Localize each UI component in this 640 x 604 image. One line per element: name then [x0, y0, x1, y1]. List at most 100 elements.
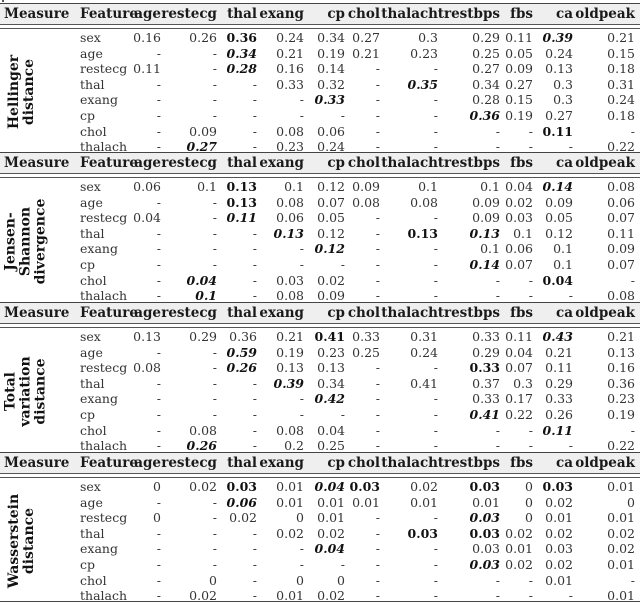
- value-cell: 0: [525, 510, 533, 526]
- value-cell: 0.11: [226, 210, 257, 226]
- value-cell: 0.18: [607, 61, 635, 77]
- value-cell: 0.07: [607, 210, 635, 226]
- value-cell: -: [299, 541, 304, 557]
- value-cell: -: [252, 225, 257, 241]
- value-cell: 0.26: [186, 438, 217, 454]
- value-cell: -: [156, 288, 161, 304]
- value-cell: -: [156, 123, 161, 139]
- value-cell: 0.36: [226, 30, 257, 45]
- header-age: age: [134, 305, 161, 321]
- value-cell: 0.3: [553, 92, 573, 108]
- header-measure: Measure: [4, 305, 70, 321]
- header-thal: thal: [227, 155, 257, 171]
- header-chol: chol: [347, 305, 380, 321]
- value-cell: 0.23: [607, 391, 635, 407]
- table-row: restecg 0.04-0.11 0.06 0.05- -0.09 0.03 0.05 0.…: [0, 210, 640, 226]
- value-cell: -: [252, 92, 257, 108]
- value-cell: -: [299, 241, 304, 257]
- value-cell: -: [156, 225, 161, 241]
- value-cell: 0.39: [542, 30, 573, 45]
- header-feature: Feature: [80, 455, 138, 471]
- header-fbs: fbs: [510, 305, 533, 321]
- header-exang: exang: [259, 305, 304, 321]
- value-cell: 0.01: [352, 494, 380, 510]
- value-cell: -: [252, 288, 257, 304]
- header-age: age: [134, 455, 161, 471]
- value-cell: 0.08: [133, 360, 161, 376]
- value-cell: 0.29: [189, 329, 217, 344]
- value-cell: 0.23: [317, 344, 345, 360]
- value-cell: 0.16: [607, 360, 635, 376]
- feature-name: restecg: [80, 360, 128, 376]
- value-cell: 0.05: [317, 210, 345, 226]
- value-cell: -: [299, 407, 304, 422]
- value-cell: 0.01: [410, 494, 438, 510]
- value-cell: -: [495, 422, 500, 438]
- value-cell: -: [212, 525, 217, 541]
- feature-name: chol: [80, 422, 107, 438]
- value-cell: -: [568, 438, 573, 454]
- header-exang: exang: [259, 455, 304, 471]
- value-cell: 0.16: [276, 61, 304, 77]
- value-cell: 0.03: [407, 525, 438, 541]
- value-cell: -: [433, 108, 438, 123]
- value-cell: -: [212, 407, 217, 422]
- value-cell: 0.22: [607, 438, 635, 454]
- value-cell: -: [299, 108, 304, 123]
- value-cell: 0.09: [472, 210, 500, 226]
- value-cell: -: [433, 557, 438, 572]
- header-ca: ca: [556, 155, 573, 171]
- value-cell: 0.1: [197, 179, 217, 194]
- value-cell: -: [375, 525, 380, 541]
- table-row: chol -0-0 0- - - -0.01-: [0, 573, 640, 589]
- value-cell: 0: [153, 510, 161, 526]
- value-cell: 0.01: [545, 510, 573, 526]
- feature-name: age: [80, 194, 103, 210]
- value-cell: -: [375, 557, 380, 572]
- value-cell: 0.19: [505, 108, 533, 123]
- value-cell: 0.26: [189, 30, 217, 45]
- value-cell: 0.11: [505, 30, 533, 45]
- value-cell: -: [252, 241, 257, 257]
- value-cell: 0.13: [226, 194, 257, 210]
- value-cell: 0.04: [505, 179, 533, 194]
- value-cell: 0.02: [545, 557, 573, 572]
- value-cell: -: [375, 391, 380, 407]
- value-cell: 0.02: [189, 479, 217, 494]
- feature-name: thalach: [80, 288, 128, 304]
- value-cell: 0.03: [226, 479, 257, 494]
- feature-name: sex: [80, 179, 101, 194]
- value-cell: 0.03: [545, 541, 573, 557]
- value-cell: 0.03: [542, 479, 573, 494]
- value-cell: 0.08: [607, 179, 635, 194]
- value-cell: -: [495, 438, 500, 454]
- value-cell: -: [433, 438, 438, 454]
- value-cell: 0.21: [276, 329, 304, 344]
- value-cell: 0.05: [505, 45, 533, 61]
- value-cell: -: [340, 108, 345, 123]
- value-cell: -: [212, 344, 217, 360]
- value-cell: 0: [627, 494, 635, 510]
- value-cell: -: [156, 92, 161, 108]
- value-cell: 0.41: [410, 375, 438, 391]
- feature-name: cp: [80, 108, 96, 123]
- value-cell: 0.21: [607, 30, 635, 45]
- value-cell: -: [212, 108, 217, 123]
- value-cell: 0.04: [133, 210, 161, 226]
- value-cell: 0.03: [349, 479, 380, 494]
- value-cell: -: [252, 391, 257, 407]
- table-row: cp - - - - - - - 0.41 0.22 0.26 0.19: [0, 407, 640, 423]
- value-cell: 0.11: [542, 422, 573, 438]
- value-cell: -: [433, 391, 438, 407]
- value-cell: -: [252, 76, 257, 92]
- value-cell: -: [433, 61, 438, 77]
- value-cell: 0.02: [505, 557, 533, 572]
- value-cell: 0.07: [505, 360, 533, 376]
- value-cell: -: [433, 272, 438, 288]
- value-cell: 0.08: [276, 288, 304, 304]
- table-row: sex 0 0.02 0.03 0.01 0.04 0.03 0.02 0.03 0 0.03 0.0…: [0, 479, 640, 495]
- value-cell: -: [252, 123, 257, 139]
- value-cell: -: [433, 123, 438, 139]
- value-cell: -: [528, 572, 533, 588]
- value-cell: 0.27: [472, 61, 500, 77]
